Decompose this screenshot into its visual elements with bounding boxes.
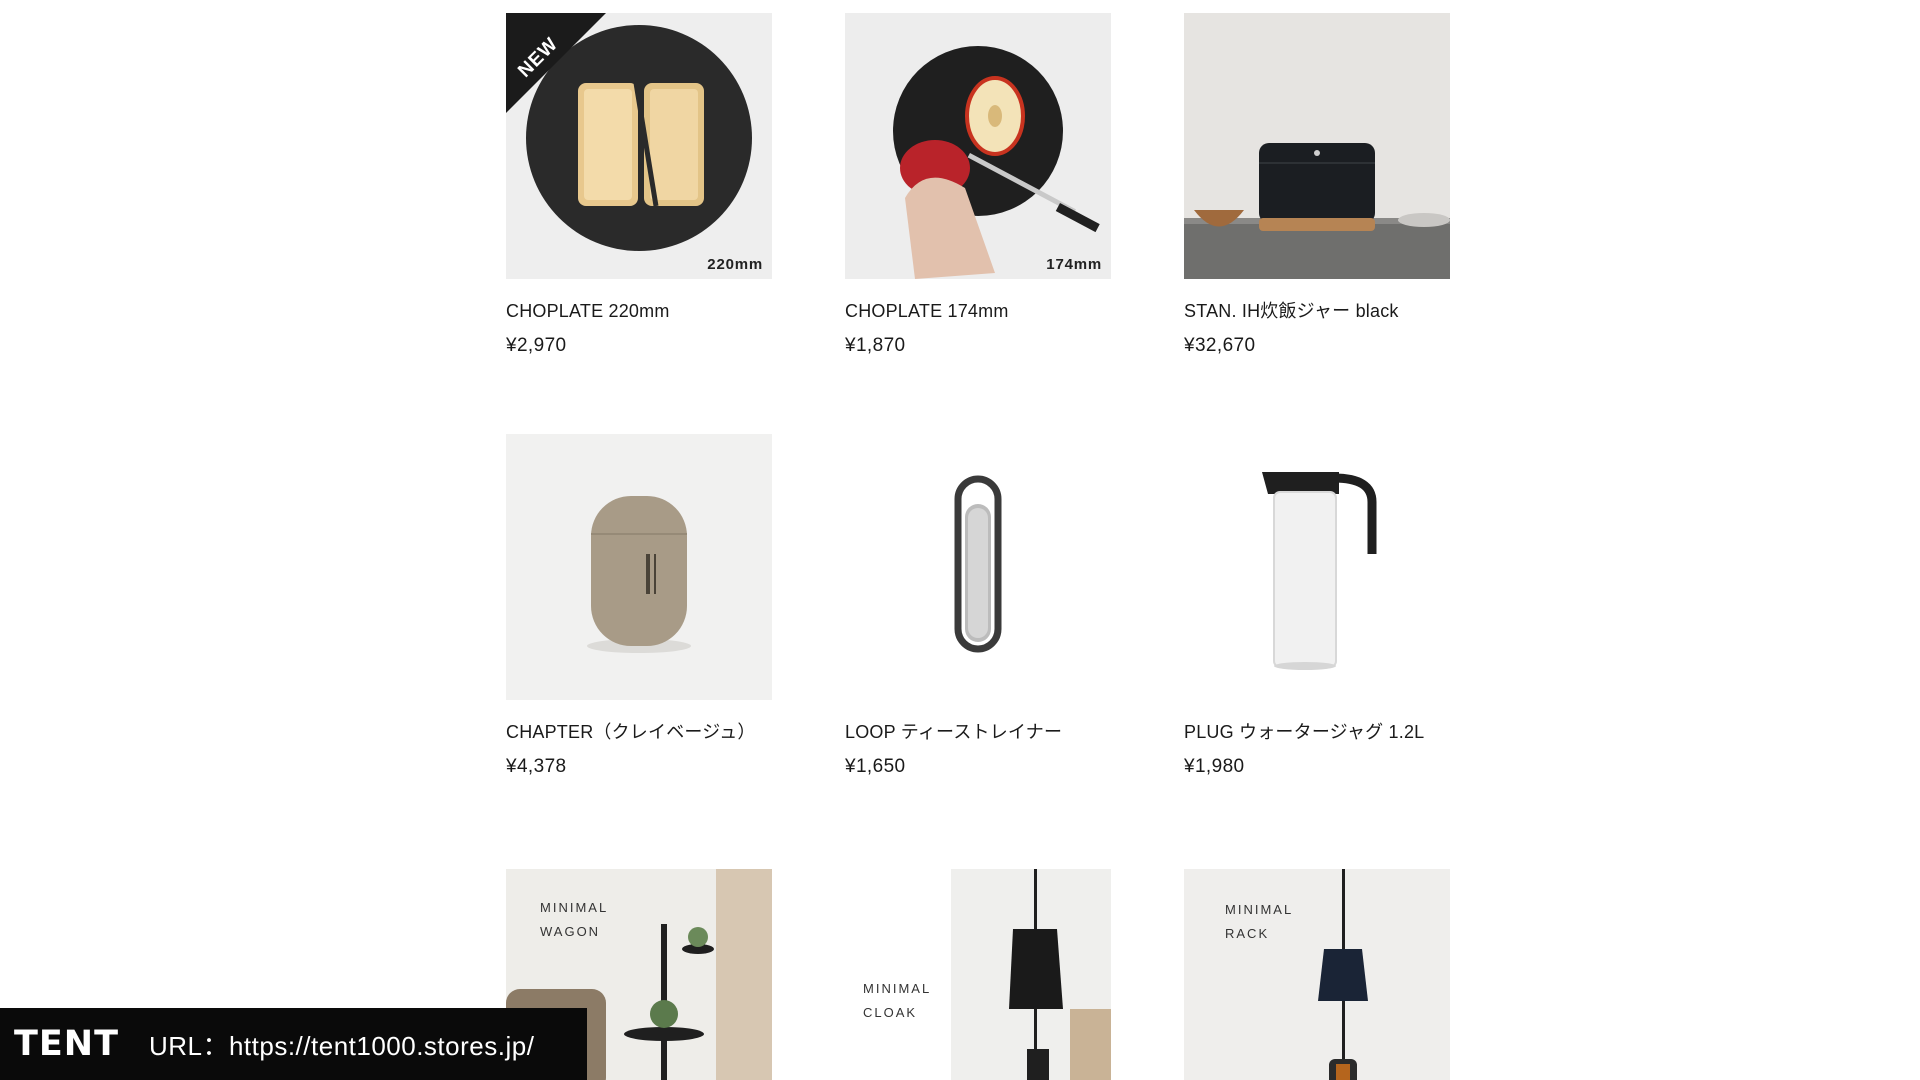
apple-plate-image: [893, 46, 1100, 279]
product-name[interactable]: CHAPTER（クレイベージュ）: [506, 720, 772, 744]
product-price: ¥2,970: [506, 335, 567, 356]
tea-strainer-image: [954, 475, 1002, 653]
new-badge: NEW: [506, 13, 606, 113]
overlay-label: MINIMAL WAGON: [540, 900, 609, 939]
size-label: 174mm: [1046, 256, 1102, 273]
product-name[interactable]: CHOPLATE 220mm: [506, 299, 772, 323]
product-card[interactable]: STAN. IH炊飯ジャー black ¥32,670: [1184, 13, 1450, 358]
overlay-label: MINIMAL RACK: [1225, 902, 1294, 941]
canister-image: [506, 434, 772, 700]
rice-cooker-image: [1184, 13, 1450, 279]
product-card[interactable]: 174mm CHOPLATE 174mm ¥1,870: [845, 13, 1111, 358]
product-name[interactable]: LOOP ティーストレイナー: [845, 720, 1111, 744]
product-card[interactable]: NEW 220mm CHOPLATE 220mm ¥2,970: [506, 13, 772, 358]
product-name[interactable]: CHOPLATE 174mm: [845, 299, 1111, 323]
product-image[interactable]: [1184, 13, 1450, 279]
footer-banner: TENT URL：https://tent1000.stores.jp/: [0, 1008, 587, 1080]
water-jug-image: [1262, 472, 1377, 670]
overlay-label: MINIMAL CLOAK: [863, 981, 932, 1020]
product-price: ¥32,670: [1184, 335, 1256, 356]
product-name[interactable]: STAN. IH炊飯ジャー black: [1184, 299, 1450, 323]
product-card[interactable]: MINIMAL CLOAK: [845, 869, 1111, 1080]
product-image[interactable]: MINIMAL CLOAK: [845, 869, 1111, 1080]
product-image[interactable]: NEW 220mm: [506, 13, 772, 279]
store-url[interactable]: URL：https://tent1000.stores.jp/: [149, 1026, 534, 1063]
product-price: ¥1,870: [845, 335, 906, 356]
product-image[interactable]: 174mm: [845, 13, 1111, 279]
product-card[interactable]: CHAPTER（クレイベージュ） ¥4,378: [506, 434, 772, 779]
product-card[interactable]: MINIMAL RACK: [1184, 869, 1450, 1080]
product-image[interactable]: [1184, 434, 1450, 700]
brand-logo: TENT: [14, 1024, 119, 1064]
cloak-image: [951, 869, 1111, 1080]
product-price: ¥4,378: [506, 756, 567, 777]
product-price: ¥1,980: [1184, 756, 1245, 777]
product-name[interactable]: PLUG ウォータージャグ 1.2L: [1184, 720, 1450, 744]
product-price: ¥1,650: [845, 756, 906, 777]
product-card[interactable]: LOOP ティーストレイナー ¥1,650: [845, 434, 1111, 779]
rack-image: [1184, 869, 1450, 1080]
size-label: 220mm: [707, 256, 763, 273]
product-card[interactable]: PLUG ウォータージャグ 1.2L ¥1,980: [1184, 434, 1450, 779]
product-image[interactable]: [845, 434, 1111, 700]
product-image[interactable]: MINIMAL RACK: [1184, 869, 1450, 1080]
product-image[interactable]: [506, 434, 772, 700]
